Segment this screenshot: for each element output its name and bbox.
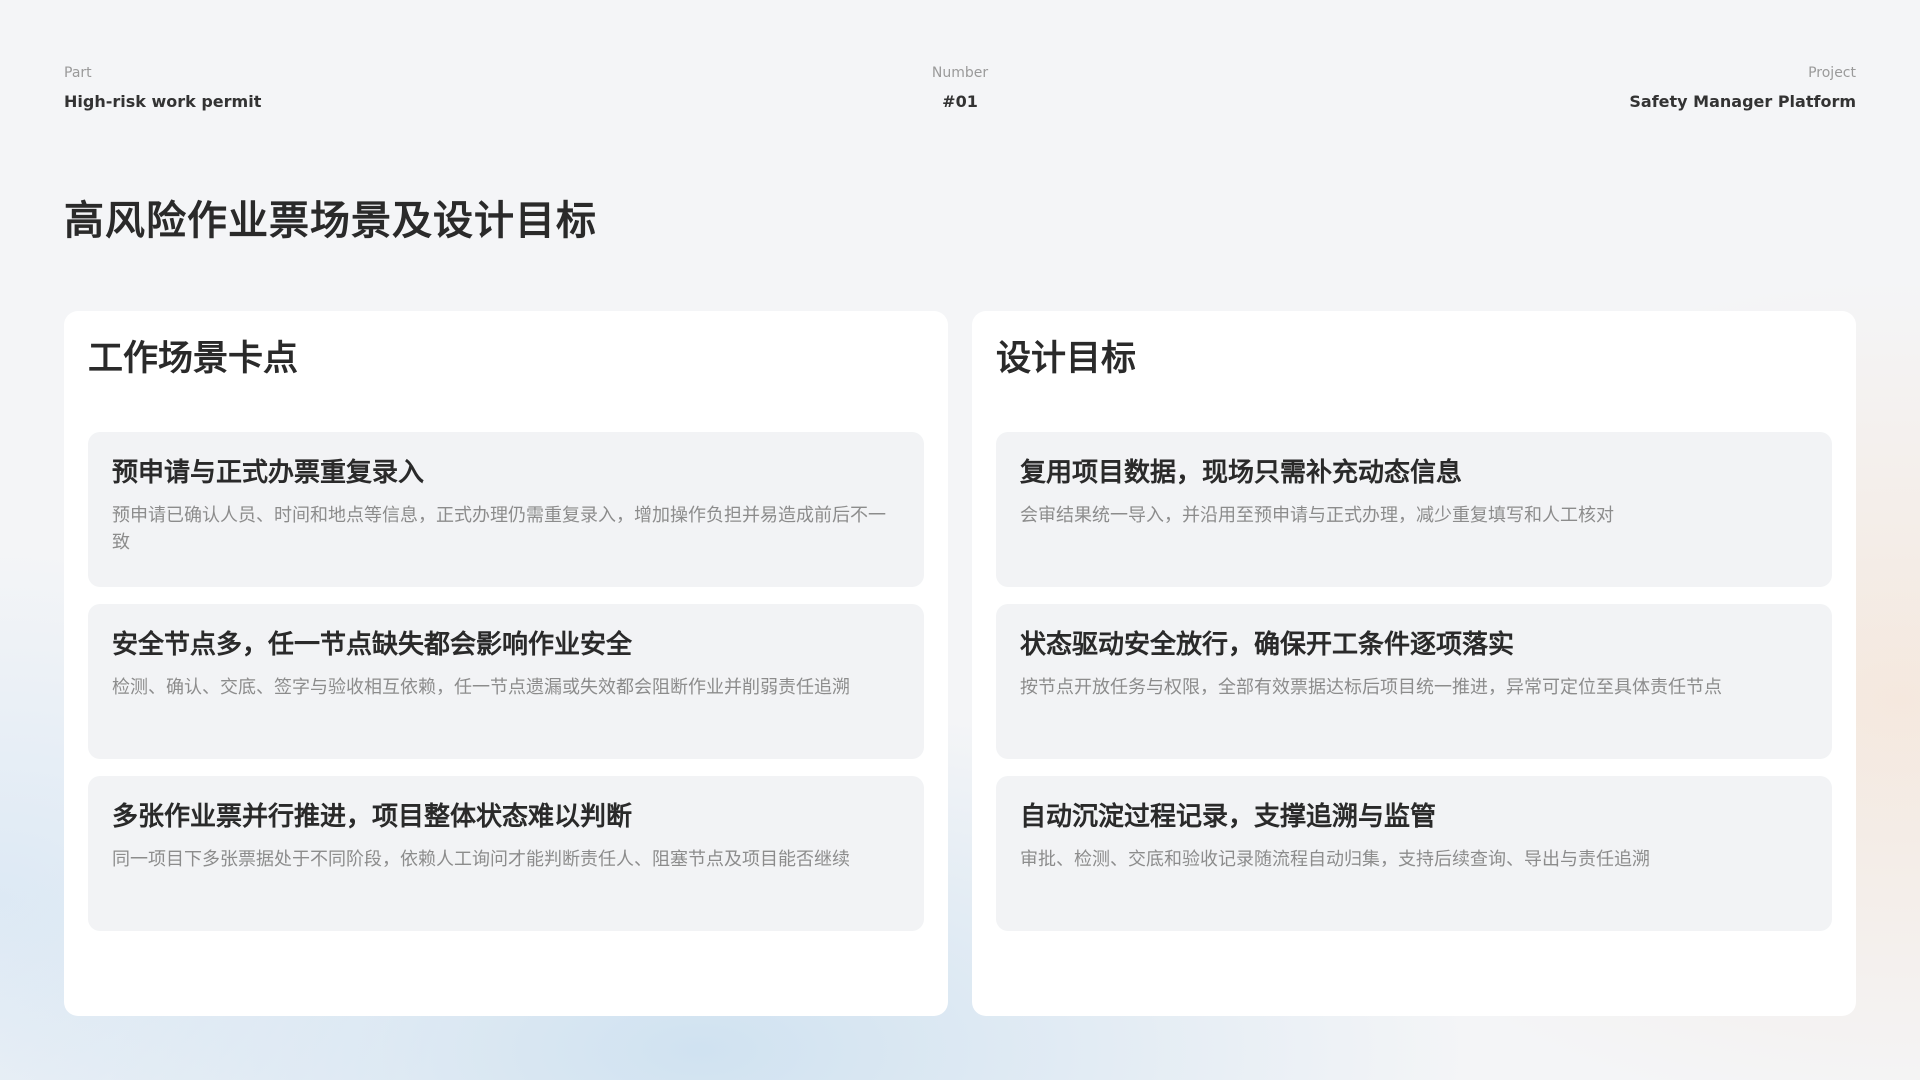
pain-point-card-desc: 同一项目下多张票据处于不同阶段，依赖人工询问才能判断责任人、阻塞节点及项目能否继… bbox=[112, 849, 850, 870]
design-goal-card: 复用项目数据，现场只需补充动态信息 会审结果统一导入，并沿用至预申请与正式办理，… bbox=[996, 432, 1832, 587]
design-goal-card-title: 状态驱动安全放行，确保开工条件逐项落实 bbox=[1020, 630, 1515, 660]
part-value: High-risk work permit bbox=[64, 92, 262, 111]
pain-point-card-desc: 检测、确认、交底、签字与验收相互依赖，任一节点遗漏或失效都会阻断作业并削弱责任追… bbox=[112, 677, 850, 698]
pain-point-card-desc: 预申请已确认人员、时间和地点等信息，正式办理仍需重复录入，增加操作负担并易造成前… bbox=[112, 505, 886, 553]
design-goal-card: 状态驱动安全放行，确保开工条件逐项落实 按节点开放任务与权限，全部有效票据达标后… bbox=[996, 604, 1832, 759]
design-goal-card-desc: 按节点开放任务与权限，全部有效票据达标后项目统一推进，异常可定位至具体责任节点 bbox=[1020, 677, 1722, 698]
meta-part: Part High-risk work permit bbox=[64, 65, 261, 111]
pain-point-card: 预申请与正式办票重复录入 预申请已确认人员、时间和地点等信息，正式办理仍需重复录… bbox=[88, 432, 924, 587]
number-label: Number bbox=[931, 65, 989, 81]
design-goal-card-title: 复用项目数据，现场只需补充动态信息 bbox=[1020, 458, 1463, 488]
meta-number: Number #01 bbox=[932, 65, 988, 111]
design-goal-card-desc: 会审结果统一导入，并沿用至预申请与正式办理，减少重复填写和人工核对 bbox=[1020, 505, 1614, 526]
design-goal-card: 自动沉淀过程记录，支撑追溯与监管 审批、检测、交底和验收记录随流程自动归集，支持… bbox=[996, 776, 1832, 931]
meta-project: Project Safety Manager Platform bbox=[1629, 65, 1856, 111]
pain-point-card: 安全节点多，任一节点缺失都会影响作业安全 检测、确认、交底、签字与验收相互依赖，… bbox=[88, 604, 924, 759]
pain-point-card-title: 预申请与正式办票重复录入 bbox=[112, 458, 425, 488]
design-goals-panel: 设计目标 复用项目数据，现场只需补充动态信息 会审结果统一导入，并沿用至预申请与… bbox=[972, 311, 1856, 1016]
pain-points-panel-title: 工作场景卡点 bbox=[88, 339, 299, 379]
design-goal-card-desc: 审批、检测、交底和验收记录随流程自动归集，支持后续查询、导出与责任追溯 bbox=[1020, 849, 1650, 870]
pain-point-card-title: 多张作业票并行推进，项目整体状态难以判断 bbox=[112, 802, 633, 832]
project-label: Project bbox=[1808, 65, 1856, 81]
pain-points-panel: 工作场景卡点 预申请与正式办票重复录入 预申请已确认人员、时间和地点等信息，正式… bbox=[64, 311, 948, 1016]
design-goals-panel-title: 设计目标 bbox=[996, 339, 1137, 379]
number-value: #01 bbox=[942, 92, 978, 111]
pain-point-card-title: 安全节点多，任一节点缺失都会影响作业安全 bbox=[112, 630, 633, 660]
project-value: Safety Manager Platform bbox=[1629, 92, 1856, 111]
part-label: Part bbox=[64, 65, 92, 81]
pain-point-card: 多张作业票并行推进，项目整体状态难以判断 同一项目下多张票据处于不同阶段，依赖人… bbox=[88, 776, 924, 931]
design-goal-card-title: 自动沉淀过程记录，支撑追溯与监管 bbox=[1020, 802, 1437, 832]
page-title: 高风险作业票场景及设计目标 bbox=[64, 198, 597, 244]
